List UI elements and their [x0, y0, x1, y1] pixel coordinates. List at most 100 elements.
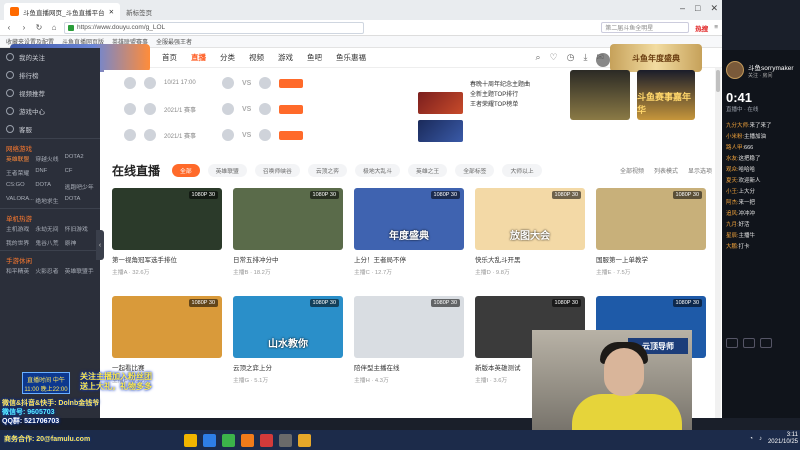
filter-chip[interactable]: 云顶之弈 [307, 163, 348, 177]
network-icon[interactable]: ◔ [749, 436, 753, 442]
nav-item-games[interactable]: 游戏 [278, 52, 293, 63]
tab-close-icon[interactable]: ✕ [109, 8, 114, 16]
room-card[interactable]: 1080P 30 日常五排冲分中 主播B · 18.2万 [233, 188, 343, 288]
view-link[interactable]: 列表模式 [654, 166, 678, 175]
view-link[interactable]: 显示选项 [688, 166, 712, 175]
nav-item-welfare[interactable]: 鱼乐惠福 [336, 52, 366, 63]
room-title[interactable]: 陪伴型主播在线 [354, 362, 464, 372]
chat-username[interactable]: 观众: [726, 167, 739, 173]
url-field[interactable]: https://www.douyu.com/g_LOL [64, 21, 364, 34]
volume-icon[interactable]: ♪ [759, 436, 762, 442]
explorer-icon[interactable] [298, 433, 311, 447]
promo-card[interactable]: 斗鱼赛事嘉年华 [637, 70, 695, 120]
douyu-app-icon[interactable] [241, 433, 254, 447]
filter-chip[interactable]: 英雄之王 [408, 163, 448, 177]
subscribe-button[interactable] [279, 130, 304, 140]
video-thumbnail[interactable] [418, 120, 463, 142]
chat-username[interactable]: 星辰: [726, 233, 739, 239]
game-link[interactable]: VALORA... [6, 196, 35, 205]
game-link[interactable]: 火影忍者 [35, 266, 64, 275]
room-card[interactable]: 1080P 30 山水教你 云顶之弈上分 主播G · 5.1万 [233, 296, 343, 396]
emoji-button[interactable] [726, 338, 738, 348]
game-link[interactable]: 原神 [65, 238, 94, 247]
maximize-icon[interactable]: □ [695, 3, 700, 14]
room-card[interactable]: 1080P 30 国服第一上单教学 主播E · 7.5万 [596, 188, 706, 288]
hot-search-badge[interactable]: 热搜 [695, 23, 708, 33]
sidebar-collapse-button[interactable]: ‹ [96, 230, 104, 260]
room-card[interactable]: 1080P 30 第一视角冠军选手排位 主播A · 32.6万 [112, 188, 222, 288]
chat-username[interactable]: 追风: [726, 211, 739, 217]
view-link[interactable]: 全部视频 [620, 166, 644, 175]
obs-icon[interactable] [260, 433, 273, 447]
chat-username[interactable]: 夏天: [726, 178, 739, 184]
game-link[interactable]: 鬼谷八荒 [35, 238, 64, 247]
bookmark-item[interactable]: 全服最强王者 [156, 37, 192, 46]
game-link[interactable]: CS:GO [6, 182, 35, 191]
menu-icon[interactable]: ≡ [714, 24, 718, 31]
filter-chip[interactable]: 全部标签 [455, 163, 495, 177]
room-thumbnail[interactable]: 1080P 30 [112, 188, 222, 250]
chat-username[interactable]: 阿杰: [726, 200, 739, 206]
game-link[interactable]: CF [65, 168, 94, 177]
room-card[interactable]: 1080P 30 陪伴型主播在线 主播H · 4.3万 [354, 296, 464, 396]
history-icon[interactable]: ◷ [567, 52, 575, 63]
nav-item-fishbar[interactable]: 鱼吧 [307, 52, 322, 63]
filter-chip[interactable]: 大师以上 [502, 163, 542, 177]
chat-username[interactable]: 水友: [726, 156, 739, 162]
nav-item-video[interactable]: 视频 [249, 52, 264, 63]
room-thumbnail[interactable]: 1080P 30 [596, 188, 706, 250]
room-card[interactable]: 1080P 30 年度盛典 上分！王者局不停 主播C · 12.7万 [354, 188, 464, 288]
room-title[interactable]: 上分！王者局不停 [354, 254, 464, 264]
chat-username[interactable]: 九月: [726, 222, 739, 228]
news-item[interactable]: 全新主题TOP排行 [470, 90, 565, 100]
browser-search-input[interactable]: 第二届斗鱼全明星 [601, 22, 690, 33]
settings-button[interactable] [760, 338, 772, 348]
game-link[interactable]: 永劫无间 [35, 224, 64, 233]
game-link[interactable]: 穿越火线 [35, 154, 64, 163]
page-scrollbar[interactable] [715, 68, 721, 418]
game-link[interactable]: 绝地求生 [35, 196, 64, 205]
news-item[interactable]: 春晚十周年纪念主题曲 [470, 80, 565, 90]
sidebar-item-service[interactable]: 客服 [0, 120, 100, 138]
game-link[interactable]: 我的世界 [6, 238, 35, 247]
game-link[interactable]: 主机游戏 [6, 224, 35, 233]
game-link[interactable]: 怀旧游戏 [65, 224, 94, 233]
refresh-icon[interactable]: ↻ [34, 23, 44, 33]
room-title[interactable]: 云顶之弈上分 [233, 362, 343, 372]
game-link[interactable]: DNF [35, 168, 64, 177]
video-thumbnail[interactable] [418, 92, 463, 114]
match-row[interactable]: 2021/1 赛事 VS [104, 122, 564, 148]
room-title[interactable]: 一起看比赛 [112, 362, 222, 372]
nav-item-category[interactable]: 分类 [220, 52, 235, 63]
sidebar-item-follow[interactable]: 我的关注 [0, 48, 100, 66]
sidebar-item-gamecenter[interactable]: 游戏中心 [0, 102, 100, 120]
promo-card[interactable] [570, 70, 630, 120]
room-title[interactable]: 国服第一上单教学 [596, 254, 706, 264]
room-thumbnail[interactable]: 1080P 30 山水教你 [233, 296, 343, 358]
room-card[interactable]: 1080P 30 放图大会 快乐大乱斗开黑 主播D · 9.8万 [475, 188, 585, 288]
close-icon[interactable]: ✕ [710, 3, 718, 14]
sidebar-item-rank[interactable]: 排行榜 [0, 66, 100, 84]
room-title[interactable]: 日常五排冲分中 [233, 254, 343, 264]
subscribe-button[interactable] [279, 78, 304, 88]
scrollbar-thumb[interactable] [716, 70, 720, 92]
chat-username[interactable]: 九分大师: [726, 123, 750, 129]
nav-item-live[interactable]: 直播 [191, 52, 206, 63]
room-thumbnail[interactable]: 1080P 30 年度盛典 [354, 188, 464, 250]
room-title[interactable]: 快乐大乱斗开黑 [475, 254, 585, 264]
nav-banner[interactable]: 斗鱼年度盛典 [610, 44, 702, 72]
tab-inactive[interactable]: 新标签页 [120, 3, 158, 20]
room-thumbnail[interactable]: 1080P 30 放图大会 [475, 188, 585, 250]
gift-button[interactable] [743, 338, 755, 348]
lol-app-icon[interactable] [184, 433, 197, 447]
game-link[interactable]: DOTA2 [65, 154, 94, 163]
game-link[interactable]: 英雄联盟 [6, 154, 35, 163]
filter-chip[interactable]: 英雄联盟 [207, 163, 247, 177]
game-link[interactable]: 和平精英 [6, 266, 35, 275]
chrome-icon[interactable] [203, 433, 216, 447]
subscribe-button[interactable] [279, 104, 304, 114]
game-link[interactable]: 王者荣耀 [6, 168, 35, 177]
room-thumbnail[interactable]: 1080P 30 [233, 188, 343, 250]
news-item[interactable]: 王者荣耀TOP榜单 [470, 100, 565, 110]
chat-username[interactable]: 小米粉: [726, 134, 744, 140]
